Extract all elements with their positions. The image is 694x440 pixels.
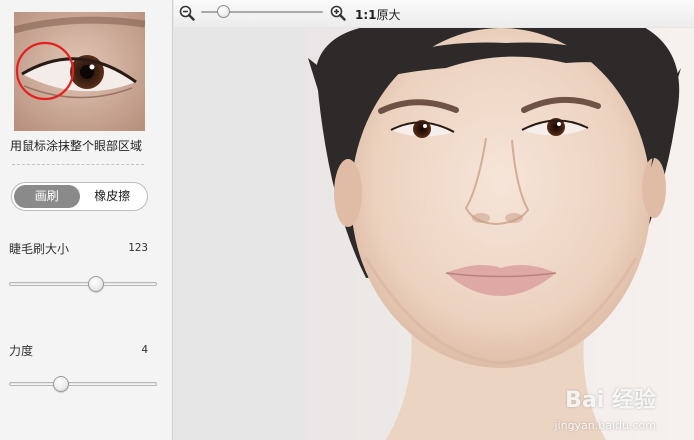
instruction-text: 用鼠标涂抹整个眼部区域 [10,139,143,153]
brush-size-label: 睫毛刷大小 [9,242,70,256]
zoom-slider[interactable] [201,4,323,20]
brush-size-value: 123 [128,241,148,254]
brush-size-slider-track [9,282,157,286]
sidebar: 用鼠标涂抹整个眼部区域 画刷 橡皮擦 睫毛刷大小 123 力度 4 [0,0,173,440]
zoom-out-icon[interactable] [179,5,195,21]
strength-slider[interactable] [9,376,157,392]
strength-slider-knob[interactable] [52,376,69,392]
actual-size-label: 原大 [376,8,401,22]
watermark-logo: Bai 经验 [565,388,656,413]
watermark-url: jingyan.baidu.com [554,419,656,432]
zoom-slider-knob[interactable] [216,5,230,18]
mode-toggle: 画刷 橡皮擦 [11,182,148,211]
divider [12,164,144,165]
zoom-in-icon[interactable] [330,5,346,21]
brush-button[interactable]: 画刷 [14,185,80,208]
brush-size-slider-knob[interactable] [88,276,105,292]
editing-canvas[interactable]: Bai 经验 jingyan.baidu.com [174,27,694,440]
actual-size-ratio: 1:1 [355,8,377,22]
eye-preview-image [14,12,145,131]
strength-slider-track [9,382,157,386]
zoom-toolbar: 1:1原大 [174,0,694,27]
strength-value: 4 [141,343,148,356]
strength-label: 力度 [9,344,34,358]
portrait-photo[interactable]: Bai 经验 jingyan.baidu.com [306,28,694,440]
actual-size-button[interactable]: 1:1原大 [355,6,401,23]
eraser-button[interactable]: 橡皮擦 [80,185,146,208]
brush-size-slider[interactable] [9,276,157,292]
